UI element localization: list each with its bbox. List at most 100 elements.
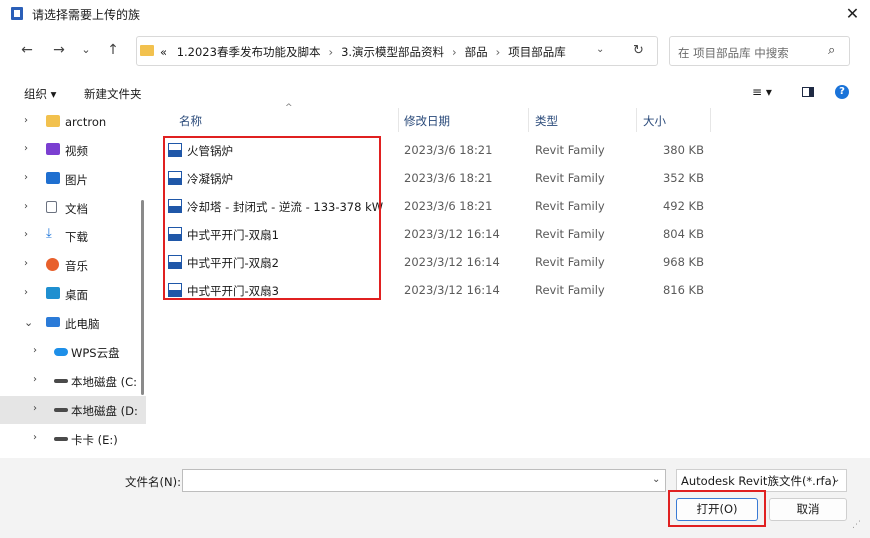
highlight-box-files: [163, 136, 381, 300]
wps-cloud-icon: [54, 348, 68, 356]
sidebar-item-label: WPS云盘: [71, 346, 120, 360]
file-date: 2023/3/12 16:14: [404, 283, 500, 297]
chevron-right-icon[interactable]: ›: [33, 374, 37, 385]
organize-button[interactable]: 组织 ▾: [24, 86, 56, 102]
column-header-date[interactable]: 修改日期: [404, 113, 450, 129]
file-date: 2023/3/6 18:21: [404, 143, 493, 157]
back-button[interactable]: ←: [17, 40, 37, 60]
file-type: Revit Family: [535, 171, 605, 185]
sidebar-scrollbar[interactable]: [141, 200, 144, 395]
new-folder-button[interactable]: 新建文件夹: [84, 86, 142, 102]
recent-locations-button[interactable]: ⌄: [76, 40, 96, 60]
chevron-down-icon[interactable]: ⌄: [652, 474, 660, 485]
file-date: 2023/3/12 16:14: [404, 227, 500, 241]
breadcrumb-item[interactable]: 部品: [465, 45, 488, 59]
chevron-down-icon[interactable]: ⌄: [596, 44, 604, 55]
highlight-box-open: [668, 490, 766, 527]
file-type: Revit Family: [535, 199, 605, 213]
drive-c-icon: [54, 379, 68, 383]
file-type: Revit Family: [535, 255, 605, 269]
file-date: 2023/3/12 16:14: [404, 255, 500, 269]
desktop-icon: [46, 287, 60, 299]
sidebar-item-drive-d[interactable]: › 本地磁盘 (D:: [0, 396, 146, 424]
sidebar-item-label: 文档: [65, 202, 88, 216]
chevron-right-icon[interactable]: ›: [24, 115, 28, 126]
sidebar-item-label: 视频: [65, 144, 88, 158]
column-divider[interactable]: [398, 108, 399, 132]
chevron-right-icon[interactable]: ›: [24, 172, 28, 183]
drive-d-icon: [54, 408, 68, 412]
help-icon[interactable]: ?: [835, 85, 849, 99]
column-header-size[interactable]: 大小: [643, 113, 666, 129]
folder-icon: [140, 45, 154, 56]
filename-label: 文件名(N):: [125, 475, 181, 489]
chevron-right-icon[interactable]: ›: [24, 287, 28, 298]
sidebar-item-label: arctron: [65, 115, 107, 129]
chevron-down-icon[interactable]: ⌄: [24, 316, 33, 329]
sidebar-item-label: 桌面: [65, 288, 88, 302]
forward-button[interactable]: →: [49, 40, 69, 60]
chevron-right-icon[interactable]: ›: [24, 258, 28, 269]
chevron-right-icon[interactable]: ›: [24, 143, 28, 154]
filename-input[interactable]: [182, 469, 666, 492]
sidebar-item-drive-c[interactable]: › 本地磁盘 (C:: [0, 367, 146, 395]
column-header-type[interactable]: 类型: [535, 113, 558, 129]
app-icon: [11, 7, 23, 20]
breadcrumb-separator[interactable]: ›: [328, 45, 333, 59]
column-divider[interactable]: [636, 108, 637, 132]
breadcrumb: « 1.2023春季发布功能及脚本 › 3.演示模型部品资料 › 部品 › 项目部品库: [160, 44, 566, 60]
sidebar-item-videos[interactable]: › 视频: [0, 136, 146, 164]
sidebar-item-label: 本地磁盘 (C:: [71, 375, 138, 389]
sidebar-item-documents[interactable]: › 文档: [0, 194, 146, 222]
up-button[interactable]: ↑: [103, 40, 123, 60]
sidebar-item-arctron[interactable]: › arctron: [0, 108, 146, 136]
this-pc-icon: [46, 317, 60, 327]
sidebar-item-wps-cloud[interactable]: › WPS云盘: [0, 338, 146, 366]
navigation-pane: › arctron › 视频 › 图片 › 文档 › ⤓ 下载 › 音乐 › 桌…: [0, 108, 146, 458]
sidebar-item-label: 此电脑: [65, 317, 100, 331]
drive-e-icon: [54, 437, 68, 441]
file-size: 492 KB: [662, 199, 704, 213]
search-placeholder: 在 项目部品库 中搜索: [678, 46, 789, 60]
sidebar-item-label: 下载: [65, 230, 88, 244]
chevron-right-icon[interactable]: ›: [24, 229, 28, 240]
pictures-icon: [46, 172, 60, 184]
chevron-right-icon[interactable]: ›: [24, 201, 28, 212]
sidebar-item-music[interactable]: › 音乐: [0, 251, 146, 279]
sidebar-item-label: 本地磁盘 (D:: [71, 404, 138, 418]
column-divider[interactable]: [710, 108, 711, 132]
sidebar-item-desktop[interactable]: › 桌面: [0, 280, 146, 308]
file-size: 816 KB: [662, 283, 704, 297]
sidebar-item-downloads[interactable]: › ⤓ 下载: [0, 222, 146, 250]
column-header-name[interactable]: 名称: [179, 113, 202, 129]
chevron-right-icon[interactable]: ›: [33, 432, 37, 443]
sort-ascending-icon: ^: [285, 103, 293, 113]
column-divider[interactable]: [528, 108, 529, 132]
sidebar-item-this-pc[interactable]: ⌄ 此电脑: [0, 309, 146, 337]
cancel-button[interactable]: 取消: [769, 498, 847, 521]
window-title: 请选择需要上传的族: [32, 8, 141, 22]
sidebar-item-pictures[interactable]: › 图片: [0, 165, 146, 193]
sidebar-item-drive-e[interactable]: › 卡卡 (E:): [0, 425, 146, 453]
sidebar-item-label: 卡卡 (E:): [71, 433, 118, 447]
breadcrumb-separator[interactable]: ›: [496, 45, 501, 59]
chevron-right-icon[interactable]: ›: [33, 345, 37, 356]
breadcrumb-item[interactable]: 项目部品库: [508, 45, 566, 59]
chevron-down-icon[interactable]: ⌄: [832, 474, 840, 485]
breadcrumb-item[interactable]: 3.演示模型部品资料: [341, 45, 444, 59]
file-size: 380 KB: [662, 143, 704, 157]
view-menu-button[interactable]: ≡ ▾: [752, 85, 772, 99]
search-icon[interactable]: ⌕: [828, 43, 835, 58]
file-size: 968 KB: [662, 255, 704, 269]
close-button[interactable]: ✕: [835, 0, 870, 28]
breadcrumb-separator[interactable]: ›: [452, 45, 457, 59]
file-date: 2023/3/6 18:21: [404, 171, 493, 185]
resize-grip-icon[interactable]: ⋰: [852, 520, 861, 530]
breadcrumb-overflow[interactable]: «: [160, 45, 167, 59]
preview-pane-icon[interactable]: [802, 87, 814, 97]
refresh-icon[interactable]: ↻: [633, 43, 644, 58]
breadcrumb-item[interactable]: 1.2023春季发布功能及脚本: [177, 45, 321, 59]
file-type: Revit Family: [535, 283, 605, 297]
file-size: 352 KB: [662, 171, 704, 185]
chevron-right-icon[interactable]: ›: [33, 403, 37, 414]
